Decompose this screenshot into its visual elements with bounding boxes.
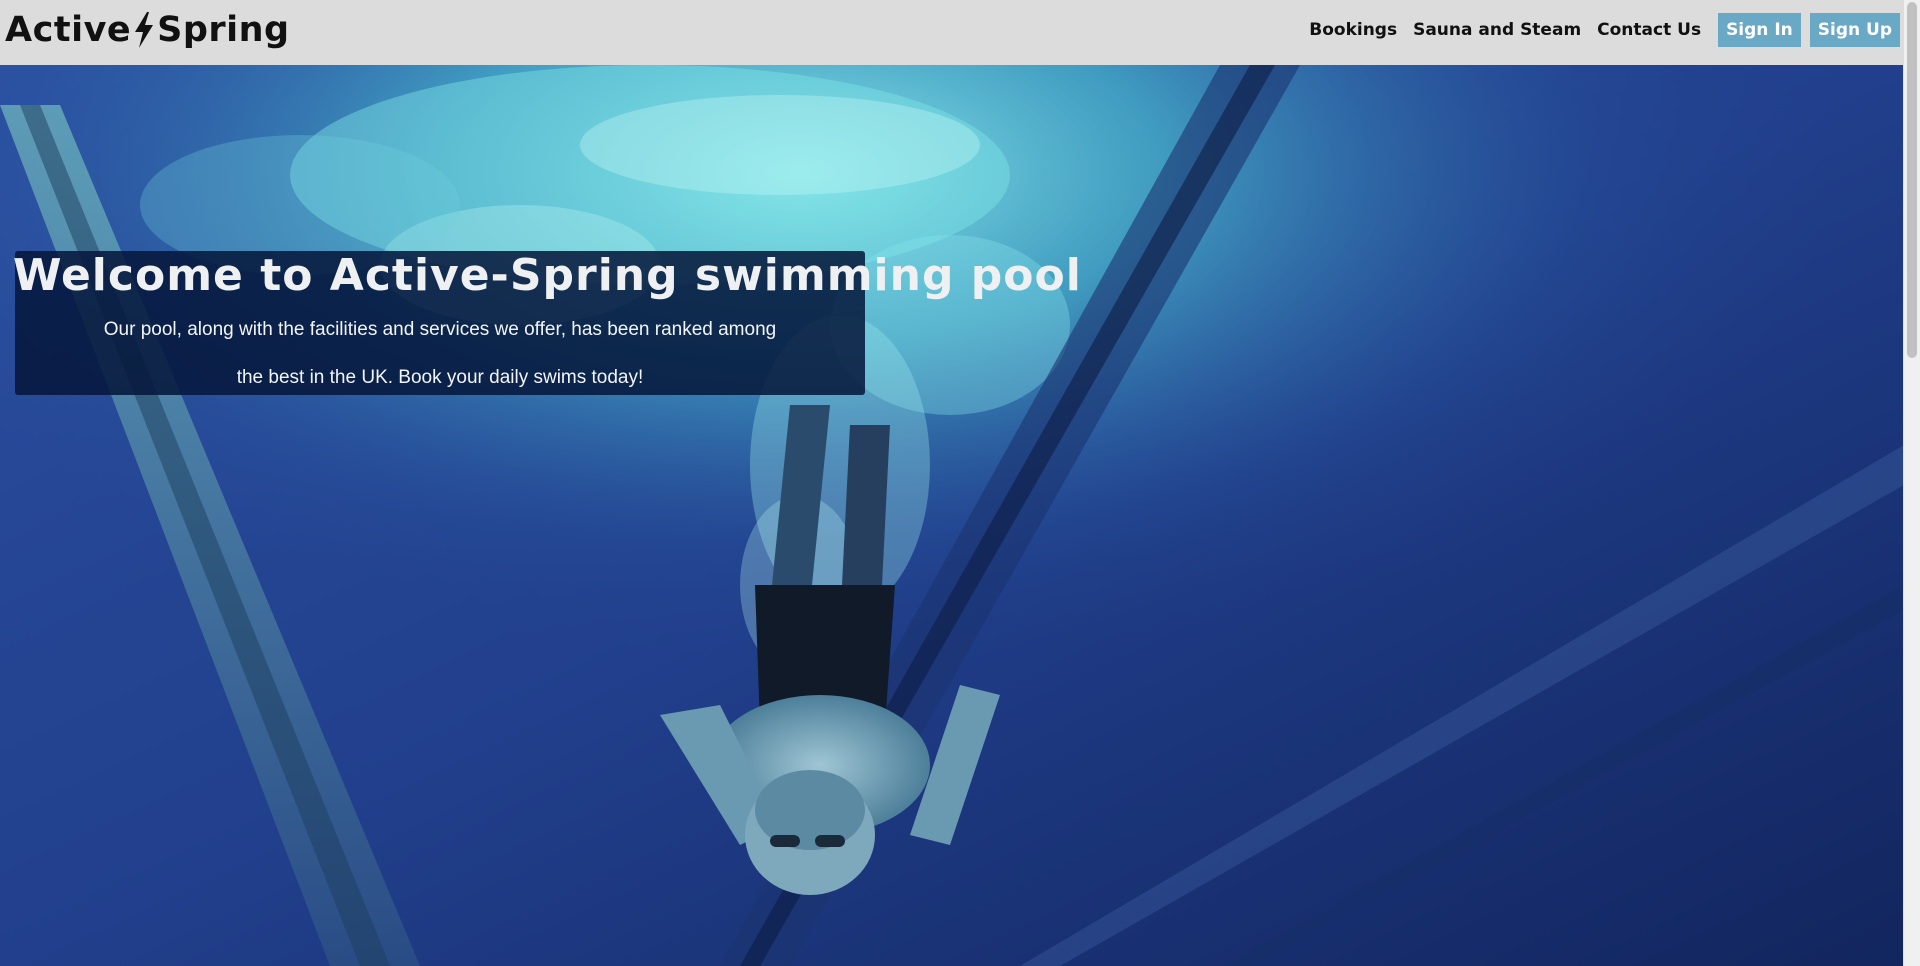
hero-section: Welcome to Active-Spring swimming pool O… bbox=[0, 65, 1904, 966]
hero-title: Welcome to Active-Spring swimming pool bbox=[13, 250, 1082, 301]
nav-contact-us[interactable]: Contact Us bbox=[1589, 13, 1709, 47]
site-logo[interactable]: Active Spring bbox=[5, 8, 290, 52]
site-header: Active Spring Bookings Sauna and Steam C… bbox=[0, 0, 1904, 65]
swimmer-underwater-image bbox=[0, 65, 1904, 966]
page: Active Spring Bookings Sauna and Steam C… bbox=[0, 0, 1920, 966]
nav-bookings[interactable]: Bookings bbox=[1301, 13, 1405, 47]
logo-text-active: Active bbox=[5, 10, 132, 50]
lightning-bolt-icon bbox=[135, 12, 154, 48]
logo-text-spring: Spring bbox=[157, 10, 290, 50]
sign-in-button[interactable]: Sign In bbox=[1718, 13, 1801, 47]
hero-text-line1: Our pool, along with the facilities and … bbox=[103, 319, 777, 340]
page-scrollbar[interactable] bbox=[1903, 0, 1920, 966]
hero-text-line2: the best in the UK. Book your daily swim… bbox=[236, 367, 644, 388]
sign-up-button[interactable]: Sign Up bbox=[1809, 13, 1900, 47]
main-nav: Bookings Sauna and Steam Contact Us Sign… bbox=[1301, 13, 1900, 47]
scrollbar-thumb[interactable] bbox=[1907, 2, 1917, 358]
nav-sauna-and-steam[interactable]: Sauna and Steam bbox=[1405, 13, 1589, 47]
